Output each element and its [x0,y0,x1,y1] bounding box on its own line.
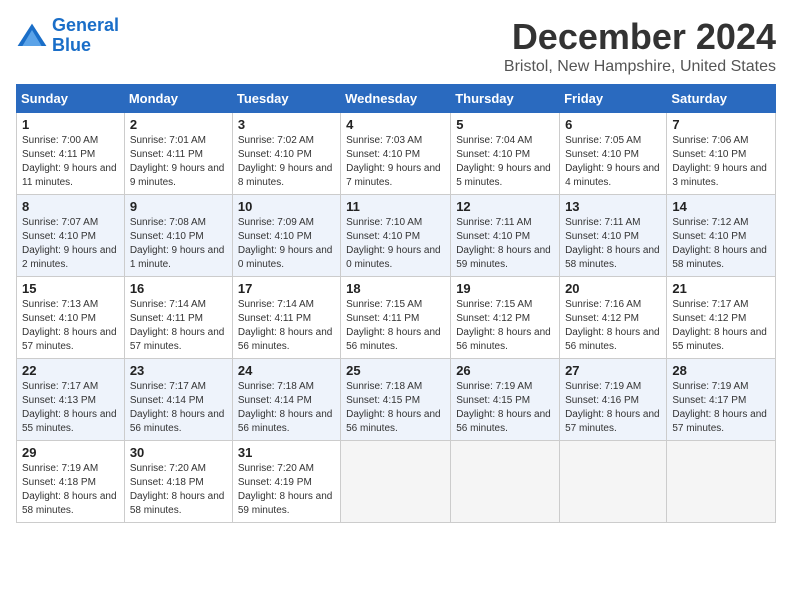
calendar-header-row: Sunday Monday Tuesday Wednesday Thursday… [17,85,776,113]
table-row: 3Sunrise: 7:02 AMSunset: 4:10 PMDaylight… [232,113,340,195]
table-row: 12Sunrise: 7:11 AMSunset: 4:10 PMDayligh… [451,195,560,277]
table-row: 15Sunrise: 7:13 AMSunset: 4:10 PMDayligh… [17,277,125,359]
table-row: 8Sunrise: 7:07 AMSunset: 4:10 PMDaylight… [17,195,125,277]
table-row: 21Sunrise: 7:17 AMSunset: 4:12 PMDayligh… [667,277,776,359]
table-row [451,441,560,523]
header-thursday: Thursday [451,85,560,113]
table-row: 20Sunrise: 7:16 AMSunset: 4:12 PMDayligh… [560,277,667,359]
table-row: 16Sunrise: 7:14 AMSunset: 4:11 PMDayligh… [124,277,232,359]
table-row: 22Sunrise: 7:17 AMSunset: 4:13 PMDayligh… [17,359,125,441]
table-row [667,441,776,523]
table-row: 17Sunrise: 7:14 AMSunset: 4:11 PMDayligh… [232,277,340,359]
header-sunday: Sunday [17,85,125,113]
header-monday: Monday [124,85,232,113]
table-row: 30Sunrise: 7:20 AMSunset: 4:18 PMDayligh… [124,441,232,523]
page-header: General Blue December 2024 Bristol, New … [16,16,776,76]
table-row: 18Sunrise: 7:15 AMSunset: 4:11 PMDayligh… [341,277,451,359]
table-row: 11Sunrise: 7:10 AMSunset: 4:10 PMDayligh… [341,195,451,277]
calendar-table: Sunday Monday Tuesday Wednesday Thursday… [16,84,776,523]
header-wednesday: Wednesday [341,85,451,113]
title-section: December 2024 Bristol, New Hampshire, Un… [504,16,776,76]
table-row: 4Sunrise: 7:03 AMSunset: 4:10 PMDaylight… [341,113,451,195]
header-tuesday: Tuesday [232,85,340,113]
table-row: 1Sunrise: 7:00 AMSunset: 4:11 PMDaylight… [17,113,125,195]
subtitle: Bristol, New Hampshire, United States [504,58,776,76]
table-row: 25Sunrise: 7:18 AMSunset: 4:15 PMDayligh… [341,359,451,441]
table-row: 6Sunrise: 7:05 AMSunset: 4:10 PMDaylight… [560,113,667,195]
header-friday: Friday [560,85,667,113]
main-title: December 2024 [504,16,776,58]
table-row: 31Sunrise: 7:20 AMSunset: 4:19 PMDayligh… [232,441,340,523]
logo-text: General Blue [52,16,119,56]
table-row: 19Sunrise: 7:15 AMSunset: 4:12 PMDayligh… [451,277,560,359]
table-row: 23Sunrise: 7:17 AMSunset: 4:14 PMDayligh… [124,359,232,441]
header-saturday: Saturday [667,85,776,113]
table-row: 2Sunrise: 7:01 AMSunset: 4:11 PMDaylight… [124,113,232,195]
table-row: 13Sunrise: 7:11 AMSunset: 4:10 PMDayligh… [560,195,667,277]
table-row: 24Sunrise: 7:18 AMSunset: 4:14 PMDayligh… [232,359,340,441]
table-row: 10Sunrise: 7:09 AMSunset: 4:10 PMDayligh… [232,195,340,277]
table-row: 5Sunrise: 7:04 AMSunset: 4:10 PMDaylight… [451,113,560,195]
table-row: 28Sunrise: 7:19 AMSunset: 4:17 PMDayligh… [667,359,776,441]
logo-icon [16,22,48,50]
table-row: 26Sunrise: 7:19 AMSunset: 4:15 PMDayligh… [451,359,560,441]
table-row [341,441,451,523]
logo: General Blue [16,16,119,56]
table-row [560,441,667,523]
table-row: 29Sunrise: 7:19 AMSunset: 4:18 PMDayligh… [17,441,125,523]
table-row: 14Sunrise: 7:12 AMSunset: 4:10 PMDayligh… [667,195,776,277]
table-row: 9Sunrise: 7:08 AMSunset: 4:10 PMDaylight… [124,195,232,277]
table-row: 27Sunrise: 7:19 AMSunset: 4:16 PMDayligh… [560,359,667,441]
table-row: 7Sunrise: 7:06 AMSunset: 4:10 PMDaylight… [667,113,776,195]
